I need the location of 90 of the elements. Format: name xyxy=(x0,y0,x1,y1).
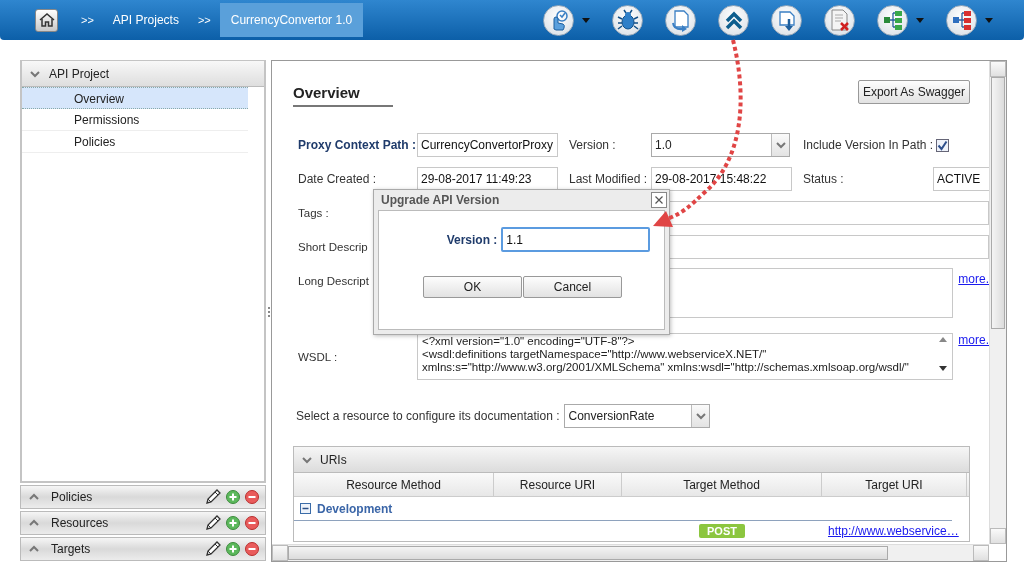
field-label: Version : xyxy=(569,138,617,152)
document-arrow-icon xyxy=(669,8,692,32)
page-title: Overview xyxy=(293,80,393,107)
breadcrumb-link[interactable]: API Projects xyxy=(112,0,179,40)
plus-icon[interactable] xyxy=(226,542,240,556)
bug-icon xyxy=(616,8,639,32)
text-field[interactable]: ACTIVE xyxy=(933,167,989,191)
horizontal-scrollbar[interactable] xyxy=(272,544,989,561)
export-button[interactable]: Export As Swagger xyxy=(857,80,970,104)
text-area[interactable]: <?xml version="1.0" encoding="UTF-8"?> <wsdl:definitions targetNamespace="http://www.webserviceX.NET/" xmlns:s="http://www.w3.org/2001/XMLSchema" xmlns:wsdl="http://schemas.xmlsoap.org/wsdl/" xyxy=(417,333,954,380)
more-link[interactable]: more. xyxy=(958,333,989,347)
url-link[interactable]: http://www.webservice… xyxy=(828,524,959,538)
section-title: Targets xyxy=(51,542,92,556)
field-label: Short Descrip xyxy=(298,241,369,253)
close-icon xyxy=(655,196,663,204)
select-field[interactable]: 1.0 xyxy=(651,133,790,157)
method-tag: POST xyxy=(699,524,745,538)
minus-box-icon[interactable] xyxy=(300,503,311,514)
section-title: Resources xyxy=(51,516,110,530)
version-field[interactable]: 1.1 xyxy=(501,227,651,252)
panel-title: URIs xyxy=(320,452,347,467)
select-value: ConversionRate xyxy=(567,409,656,423)
field-label: Proxy Context Path : xyxy=(298,138,417,152)
checkbox[interactable] xyxy=(936,138,949,152)
panel-header[interactable]: URIs xyxy=(294,447,969,472)
field-label: Long Descript xyxy=(298,274,370,287)
group-label: Development xyxy=(317,501,393,516)
breadcrumb-separator: >> xyxy=(197,14,211,26)
document-x-icon xyxy=(828,8,851,32)
section-header[interactable]: Resources xyxy=(20,511,266,535)
sidebar-item[interactable]: Overview xyxy=(22,87,248,109)
plus-icon[interactable] xyxy=(226,516,240,530)
code-line: <wsdl:definitions targetNamespace="http://www.webserviceX.NET/" xyxy=(422,348,768,361)
sidebar-item[interactable]: Permissions xyxy=(22,109,248,131)
code-line: xmlns:s="http://www.w3.org/2001/XMLSchema" xmlns:wsdl="http://schemas.xmlsoap.org/wsdl/" xyxy=(422,361,910,374)
column-header[interactable]: Resource URI xyxy=(494,473,622,496)
pencil-icon[interactable] xyxy=(205,515,221,531)
field-label: Status : xyxy=(803,172,845,186)
section-header[interactable]: Policies xyxy=(20,485,266,509)
toolbar-button[interactable] xyxy=(946,4,977,36)
toolbar-button[interactable] xyxy=(543,4,574,36)
home-button[interactable] xyxy=(35,8,58,32)
dialog-button[interactable]: OK xyxy=(423,276,522,298)
column-header[interactable]: Target URI xyxy=(822,473,967,496)
panel-title: API Project xyxy=(49,66,110,81)
caret-icon[interactable] xyxy=(916,17,924,23)
toolbar-button[interactable] xyxy=(824,4,855,36)
column-header[interactable]: Target Method xyxy=(622,473,822,496)
text-field[interactable]: CurrencyConvertorProxy xyxy=(417,133,558,157)
toolbar-button[interactable] xyxy=(612,4,643,36)
tree-icon xyxy=(950,8,973,32)
minus-icon[interactable] xyxy=(245,542,259,556)
caret-icon[interactable] xyxy=(582,17,590,23)
house-icon xyxy=(38,13,55,27)
text-field[interactable]: 29-08-2017 11:49:23 xyxy=(417,167,558,191)
section-header[interactable]: Targets xyxy=(20,537,266,561)
toolbar-button[interactable] xyxy=(718,4,749,36)
minus-icon[interactable] xyxy=(245,490,259,504)
column-header[interactable]: Resource Method xyxy=(294,473,494,496)
field-label: Last Modified : xyxy=(569,172,649,186)
dialog-button[interactable]: Cancel xyxy=(523,276,622,298)
caret-icon[interactable] xyxy=(985,17,993,23)
toolbar-button[interactable] xyxy=(877,4,908,36)
dialog-title: Upgrade API Version xyxy=(381,193,500,207)
chevron-icon xyxy=(696,411,706,421)
select-value: 1.0 xyxy=(654,138,673,152)
pencil-icon[interactable] xyxy=(205,489,221,505)
tree-icon xyxy=(881,8,904,32)
section-title: Policies xyxy=(51,490,94,504)
field-label: Select a resource to configure its documentation : xyxy=(296,409,560,423)
close-button[interactable] xyxy=(651,192,667,208)
field-label: Include Version In Path : xyxy=(803,138,933,152)
more-link[interactable]: more. xyxy=(958,268,989,286)
field-label: WSDL : xyxy=(298,350,339,363)
chevron-icon xyxy=(775,140,786,150)
select-field[interactable]: ConversionRate xyxy=(564,404,711,428)
pencil-icon[interactable] xyxy=(205,541,221,557)
vertical-scrollbar[interactable] xyxy=(989,61,1006,544)
code-line: <?xml version="1.0" encoding="UTF-8"?> xyxy=(422,335,636,348)
plus-icon[interactable] xyxy=(226,490,240,504)
field-label: Tags : xyxy=(298,207,330,219)
panel-header[interactable]: API Project xyxy=(22,61,264,87)
sidebar-item[interactable]: Policies xyxy=(22,131,248,153)
text-field[interactable]: 29-08-2017 15:48:22 xyxy=(651,167,792,191)
field-label: Date Created : xyxy=(298,172,378,186)
toolbar-button[interactable] xyxy=(771,4,802,36)
breadcrumb-separator: >> xyxy=(81,14,94,26)
toolbar-button[interactable] xyxy=(665,4,696,36)
minus-icon[interactable] xyxy=(245,516,259,530)
field-label: Version : xyxy=(446,232,498,247)
